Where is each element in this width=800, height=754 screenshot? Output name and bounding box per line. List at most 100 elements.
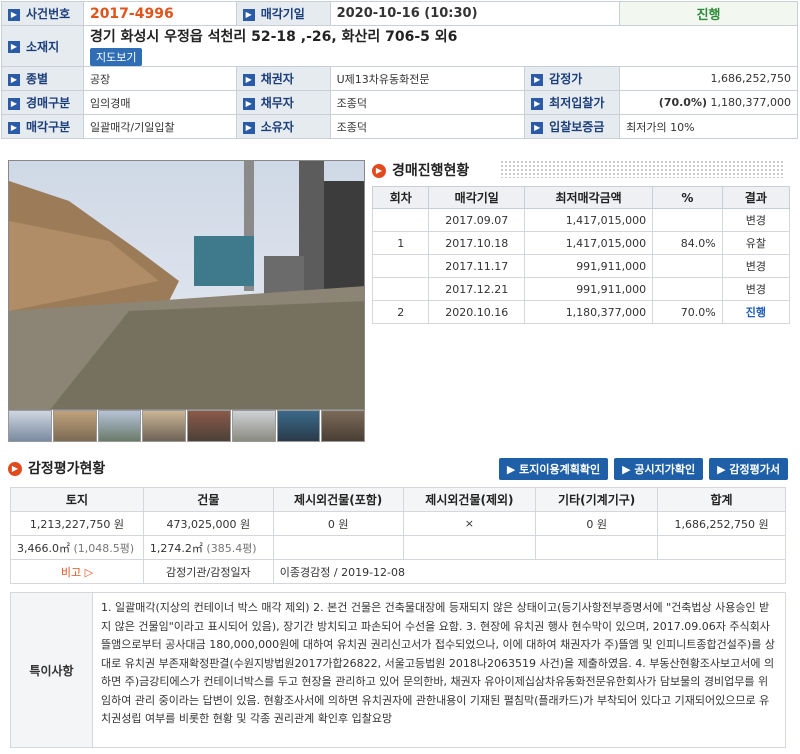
result-cell: 변경: [721, 254, 791, 278]
case-no: 2017-4996: [82, 1, 237, 26]
appraisal-report-button[interactable]: ▶ 감정평가서: [709, 458, 788, 480]
thumbnail-8[interactable]: [321, 410, 365, 442]
bullet-icon: ▶: [531, 121, 544, 134]
sale-date: 2020-10-16 (10:30): [329, 1, 621, 26]
price-cell: 991,911,000: [524, 277, 654, 301]
building-value: 473,025,000 원: [142, 511, 274, 536]
thumbnail-3[interactable]: [97, 410, 142, 442]
location-label: ▶ 소재지: [1, 25, 84, 67]
price-cell: 1,417,015,000: [524, 208, 654, 232]
debtor-value: 조종덕: [329, 90, 526, 115]
progress-table: 회차 매각기일 최저매각금액 % 결과 2017.09.07 1,417,015…: [371, 186, 791, 324]
thumbnail-1[interactable]: [8, 410, 52, 442]
creditor-label: ▶ 채권자: [235, 66, 331, 91]
bullet-icon: ▶: [8, 8, 20, 21]
thumbnail-2[interactable]: [52, 410, 97, 442]
col-machinery: 기타(기계기구): [535, 487, 659, 512]
table-row: 2017.12.21 991,911,000 변경: [371, 277, 791, 301]
pct-cell: [652, 208, 723, 232]
land-use-plan-button[interactable]: ▶ 토지이용계획확인: [498, 458, 609, 480]
sale-type-value: 일괄매각/기일입찰: [82, 114, 237, 139]
result-cell: 유찰: [721, 231, 791, 255]
special-notes-text: 1. 일괄매각(지상의 컨테이너 박스 매각 제외) 2. 본건 건물은 건축물…: [101, 601, 775, 725]
special-notes-label: 특이사항: [11, 593, 93, 747]
special-notes: 특이사항 1. 일괄매각(지상의 컨테이너 박스 매각 제외) 2. 본건 건물…: [10, 592, 786, 748]
building-pyeong: (385.4평): [206, 541, 257, 555]
col-extra-incl: 제시외건물(포함): [272, 487, 404, 512]
table-row: 1 2017.10.18 1,417,015,000 84.0% 유찰: [371, 231, 791, 255]
status-badge: 진행: [619, 1, 798, 26]
evaluation-buttons: ▶ 토지이용계획확인 ▶ 공시지가확인 ▶ 감정평가서: [498, 458, 788, 480]
debtor-label: ▶ 채무자: [235, 90, 331, 115]
extra-excl-value: ×: [402, 511, 537, 536]
round-cell: 2: [371, 300, 430, 324]
min-price-label: ▶ 최저입찰가: [524, 90, 621, 115]
pct-cell: [652, 254, 723, 278]
deposit-value: 최저가의 10%: [619, 114, 798, 139]
min-price-value: (70.0%) 1,180,377,000: [619, 90, 798, 115]
photo-thumbnails: [8, 410, 365, 442]
total-value: 1,686,252,750 원: [657, 511, 786, 536]
appraisal-value: 1,686,252,750: [619, 66, 798, 91]
min-price: 1,180,377,000: [710, 96, 791, 109]
sale-type-label: ▶ 매각구분: [1, 114, 84, 139]
bullet-icon: ▶: [242, 73, 255, 86]
type-value: 공장: [82, 66, 237, 91]
date-cell: 2017.11.17: [428, 254, 526, 278]
extra-incl-value: 0 원: [272, 511, 404, 536]
property-photo[interactable]: [8, 160, 365, 410]
bullet-icon: ▶: [8, 73, 20, 86]
address: 경기 화성시 우정읍 석천리 52-18 ,-26, 화산리 706-5 외6: [89, 29, 458, 45]
address-cell: 경기 화성시 우정읍 석천리 52-18 ,-26, 화산리 706-5 외6 …: [82, 25, 799, 67]
thumbnail-6[interactable]: [231, 410, 276, 442]
bullet-icon: ▶: [242, 8, 255, 21]
col-pct: %: [652, 186, 723, 209]
empty-cell: [272, 535, 404, 560]
pct-cell: 70.0%: [652, 300, 723, 324]
appraisal-label: ▶ 감정가: [524, 66, 621, 91]
pct-cell: [652, 277, 723, 301]
col-date: 매각기일: [428, 186, 526, 209]
bullet-icon: ▶: [8, 41, 20, 53]
note-toggle[interactable]: 비고 ▷: [10, 559, 144, 584]
col-result: 결과: [721, 186, 791, 209]
round-cell: 1: [371, 231, 430, 255]
land-area: 3,466.0㎡: [17, 541, 70, 555]
public-price-button[interactable]: ▶ 공시지가확인: [614, 458, 704, 480]
col-round: 회차: [371, 186, 430, 209]
col-extra-excl: 제시외건물(제외): [402, 487, 537, 512]
result-cell: 진행: [721, 300, 791, 324]
thumbnail-7[interactable]: [276, 410, 321, 442]
evaluation-table: 토지 건물 제시외건물(포함) 제시외건물(제외) 기타(기계기구) 합계 1,…: [10, 487, 787, 584]
empty-cell: [535, 535, 659, 560]
col-total: 합계: [657, 487, 786, 512]
thumbnail-4[interactable]: [142, 410, 186, 442]
type-label: ▶ 종별: [1, 66, 84, 91]
case-info-table: ▶ 사건번호 2017-4996 ▶ 매각기일 2020-10-16 (10:30)…: [1, 1, 799, 139]
result-cell: 변경: [721, 277, 791, 301]
section-icon: ▶: [372, 164, 386, 178]
auction-type-label: ▶ 경매구분: [1, 90, 84, 115]
map-button[interactable]: 지도보기: [89, 48, 143, 66]
table-row: 2017.11.17 991,911,000 변경: [371, 254, 791, 278]
col-building: 건물: [142, 487, 274, 512]
sale-date-label: ▶ 매각기일: [235, 1, 331, 26]
bullet-icon: ▶: [8, 121, 20, 134]
table-row: 2017.09.07 1,417,015,000 변경: [371, 208, 791, 232]
land-pyeong: (1,048.5평): [73, 541, 135, 555]
owner-label: ▶ 소유자: [235, 114, 331, 139]
col-price: 최저매각금액: [524, 186, 654, 209]
date-cell: 2017.12.21: [428, 277, 526, 301]
machinery-value: 0 원: [535, 511, 659, 536]
round-cell: [371, 277, 430, 301]
result-cell: 변경: [721, 208, 791, 232]
thumbnail-5[interactable]: [187, 410, 231, 442]
price-cell: 1,180,377,000: [524, 300, 654, 324]
price-cell: 991,911,000: [524, 254, 654, 278]
bullet-icon: ▶: [531, 73, 544, 86]
land-area-cell: 3,466.0㎡ (1,048.5평): [10, 535, 144, 560]
bullet-icon: ▶: [8, 97, 20, 110]
bullet-icon: ▶: [242, 121, 255, 134]
bullet-icon: ▶: [242, 97, 255, 110]
appraiser-label: 감정기관/감정일자: [142, 559, 274, 584]
